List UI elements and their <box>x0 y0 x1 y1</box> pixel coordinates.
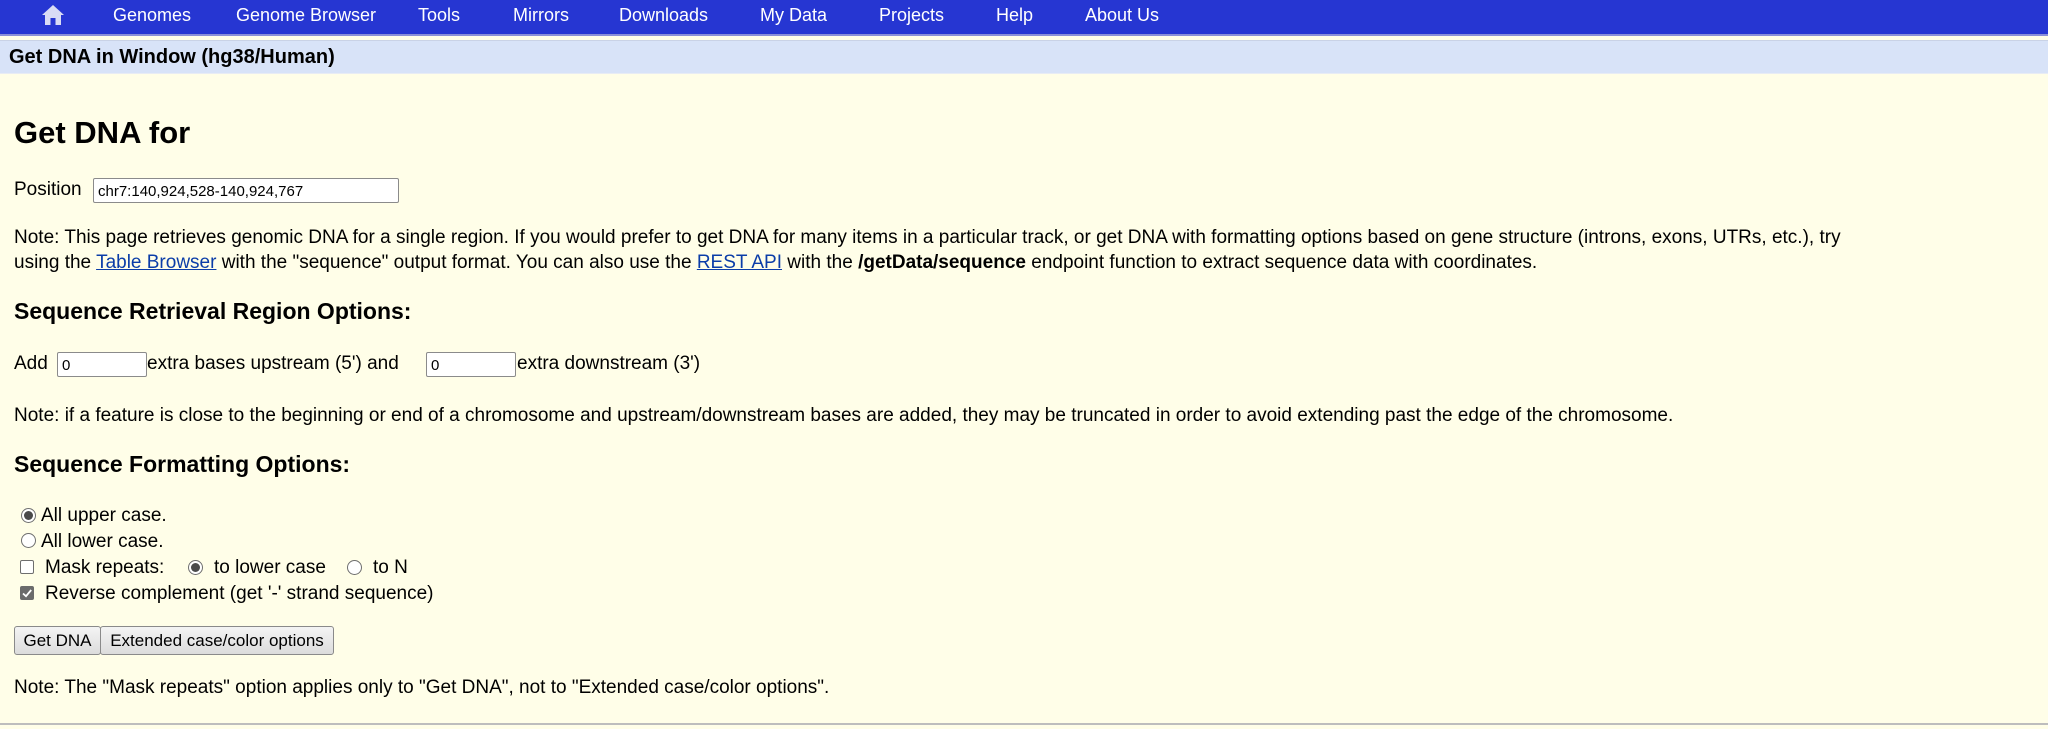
format-options-heading: Sequence Formatting Options: <box>14 451 351 477</box>
mask-to-lower-case-label: to lower case <box>214 557 326 578</box>
intro-note-line2: using the Table Browser with the "sequen… <box>14 250 1537 275</box>
main-heading: Get DNA for <box>14 115 191 150</box>
upper-case-label: All upper case. <box>41 505 167 526</box>
nav-genome-browser[interactable]: Genome Browser <box>236 4 376 26</box>
region-options-heading: Sequence Retrieval Region Options: <box>14 298 412 324</box>
mask-repeats-label: Mask repeats: <box>45 557 165 578</box>
lower-case-radio[interactable] <box>21 533 36 548</box>
upstream-label: extra bases upstream (5') and <box>147 353 399 374</box>
nav-about-us[interactable]: About Us <box>1085 4 1159 26</box>
page-title: Get DNA in Window (hg38/Human) <box>9 46 335 68</box>
home-icon[interactable] <box>40 2 66 28</box>
intro-note-mid: with the "sequence" output format. You c… <box>216 252 697 273</box>
top-nav-bar: Genomes Genome Browser Tools Mirrors Dow… <box>0 0 2048 36</box>
upper-case-radio[interactable] <box>21 508 36 523</box>
nav-help[interactable]: Help <box>996 4 1033 26</box>
downstream-bases-input[interactable]: 0 <box>426 352 516 377</box>
nav-genomes[interactable]: Genomes <box>113 4 191 26</box>
table-browser-link[interactable]: Table Browser <box>96 252 216 273</box>
mask-repeats-footer-note: Note: The "Mask repeats" option applies … <box>14 677 830 698</box>
mask-repeats-checkbox[interactable] <box>20 560 34 574</box>
page-title-strip: Get DNA in Window (hg38/Human) <box>0 40 2048 74</box>
nav-tools[interactable]: Tools <box>418 4 460 26</box>
reverse-complement-checkbox[interactable] <box>20 586 34 600</box>
endpoint-name: /getData/sequence <box>858 252 1026 273</box>
mask-to-lower-case-radio[interactable] <box>188 560 203 575</box>
reverse-complement-label: Reverse complement (get '-' strand seque… <box>45 583 434 604</box>
intro-note-line1: Note: This page retrieves genomic DNA fo… <box>14 227 1841 248</box>
rest-api-link[interactable]: REST API <box>697 252 782 273</box>
lower-case-label: All lower case. <box>41 531 164 552</box>
downstream-label: extra downstream (3') <box>517 353 701 374</box>
upstream-bases-input[interactable]: 0 <box>57 352 147 377</box>
bottom-divider <box>0 723 2048 725</box>
position-input[interactable]: chr7:140,924,528-140,924,767 <box>93 178 399 203</box>
intro-note-suffix: endpoint function to extract sequence da… <box>1025 252 1538 273</box>
intro-note-mid2: with the <box>782 252 859 273</box>
truncation-note: Note: if a feature is close to the begin… <box>14 405 1674 426</box>
add-label: Add <box>14 353 48 374</box>
position-label: Position <box>14 179 82 200</box>
checkmark-icon <box>22 589 32 598</box>
nav-downloads[interactable]: Downloads <box>619 4 708 26</box>
mask-to-n-label: to N <box>373 557 408 578</box>
nav-my-data[interactable]: My Data <box>760 4 827 26</box>
intro-note-prefix: using the <box>14 252 97 273</box>
nav-projects[interactable]: Projects <box>879 4 944 26</box>
get-dna-button[interactable]: Get DNA <box>14 626 101 655</box>
nav-mirrors[interactable]: Mirrors <box>513 4 569 26</box>
mask-to-n-radio[interactable] <box>347 560 362 575</box>
extended-options-button[interactable]: Extended case/color options <box>100 626 334 655</box>
